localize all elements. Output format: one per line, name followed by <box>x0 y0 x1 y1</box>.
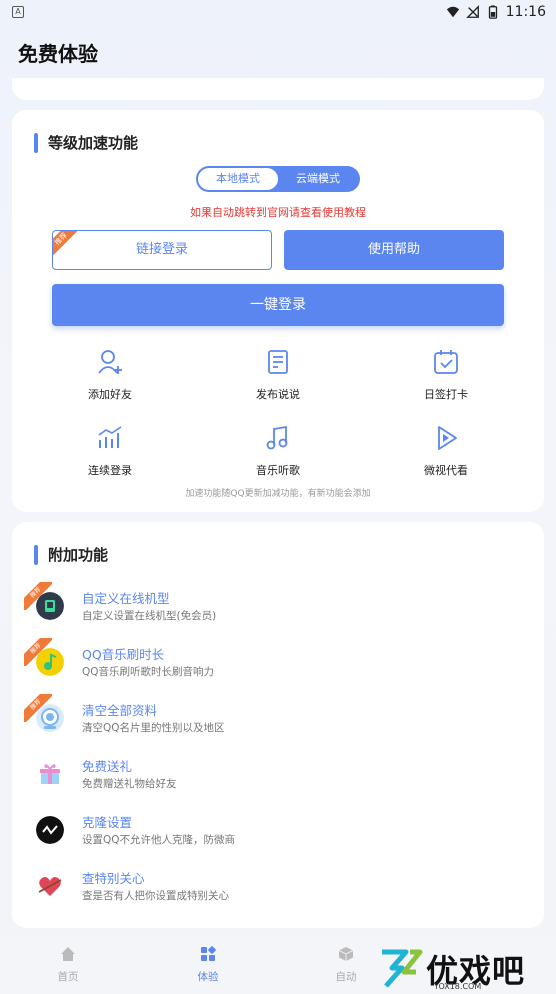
link-login-button[interactable]: 推荐 链接登录 <box>52 230 272 270</box>
list-item-title: QQ音乐刷时长 <box>82 647 165 662</box>
feature-continuous-login[interactable]: 连续登录 <box>50 424 170 478</box>
list-item-title: 自定义在线机型 <box>82 591 170 606</box>
extra-section-title-text: 附加功能 <box>48 546 109 564</box>
device-icon <box>36 592 64 620</box>
mode-toggle[interactable]: 本地模式 云端模式 <box>196 166 360 192</box>
grid-icon <box>201 946 216 961</box>
list-item-custom-device[interactable]: 推荐 自定义在线机型 自定义设置在线机型(免会员) <box>24 582 526 630</box>
tab-experience[interactable]: 体验 <box>178 946 238 984</box>
list-item-desc: QQ音乐刷听歌时长刷音响力 <box>82 666 215 678</box>
one-key-login-button[interactable]: 一键登录 <box>52 284 504 326</box>
feature-daily-checkin[interactable]: 日签打卡 <box>386 348 506 402</box>
qq-music-icon <box>36 648 64 676</box>
list-item-clear-profile[interactable]: 推荐 清空全部资料 清空QQ名片里的性别以及地区 <box>24 694 526 742</box>
tab-auto[interactable]: 自动 <box>316 946 376 984</box>
tab-label: 自动 <box>335 971 357 983</box>
list-item-title: 免费送礼 <box>82 759 133 774</box>
list-item-desc: 清空QQ名片里的性别以及地区 <box>82 722 225 734</box>
level-section-title-text: 等级加速功能 <box>48 134 139 152</box>
help-button[interactable]: 使用帮助 <box>284 230 504 270</box>
feature-add-friend[interactable]: 添加好友 <box>50 348 170 402</box>
extra-section-title: 附加功能 <box>34 544 108 565</box>
list-item-qq-music[interactable]: 推荐 QQ音乐刷时长 QQ音乐刷听歌时长刷音响力 <box>24 638 526 686</box>
list-item-desc: 自定义设置在线机型(免会员) <box>82 610 217 622</box>
watermark-url: YOX18.COM <box>434 982 482 991</box>
battery-icon <box>488 5 497 19</box>
section-accent-bar <box>34 132 38 153</box>
redirect-warning: 如果自动跳转到官网请查看使用教程 <box>190 206 366 219</box>
watermark-logo-icon <box>382 949 423 988</box>
feature-label: 连续登录 <box>88 464 132 477</box>
clear-profile-icon <box>36 704 64 732</box>
post-icon <box>268 350 288 374</box>
link-login-label: 链接登录 <box>135 242 188 257</box>
feature-weishi[interactable]: 微视代看 <box>386 424 506 478</box>
list-item-title: 清空全部资料 <box>82 703 158 718</box>
add-friend-icon <box>98 350 122 374</box>
tab-label: 首页 <box>57 971 79 983</box>
tab-home[interactable]: 首页 <box>38 946 98 984</box>
list-item-free-gift[interactable]: 免费送礼 免费赠送礼物给好友 <box>26 752 526 798</box>
feature-label: 发布说说 <box>256 388 300 401</box>
gift-icon <box>40 764 60 784</box>
no-signal-icon <box>465 5 479 18</box>
list-item-desc: 设置QQ不允许他人克隆，防微商 <box>82 834 236 846</box>
list-item-title: 克隆设置 <box>82 815 133 830</box>
music-icon <box>266 425 288 450</box>
feature-footnote: 加速功能随QQ更新加减功能，有新功能会添加 <box>185 489 371 499</box>
list-item-clone-setting[interactable]: 克隆设置 设置QQ不允许他人克隆，防微商 <box>26 808 526 854</box>
level-section-title: 等级加速功能 <box>34 132 138 153</box>
recommend-badge: 推荐 <box>53 231 81 259</box>
section-accent-bar <box>34 544 38 565</box>
calendar-check-icon <box>434 350 458 374</box>
tab-label: 体验 <box>197 971 219 983</box>
home-icon <box>61 947 75 961</box>
extra-section-card: 附加功能 推荐 自定义在线机型 自定义设置在线机型(免会员) 推荐 QQ音乐刷时… <box>12 522 544 928</box>
page-title: 免费体验 <box>18 42 98 66</box>
status-time: 11:16 <box>505 4 546 20</box>
mode-cloud[interactable]: 云端模式 <box>278 168 358 190</box>
watermark-logo: 优戏吧 YOX18.COM <box>372 944 552 992</box>
wifi-icon <box>446 6 459 18</box>
list-item-desc: 查是否有人把你设置成特别关心 <box>82 890 229 902</box>
feature-label: 添加好友 <box>88 388 132 401</box>
list-item-special-care[interactable]: 查特别关心 查是否有人把你设置成特别关心 <box>26 864 526 910</box>
clone-icon <box>36 816 64 844</box>
feature-label: 日签打卡 <box>424 388 468 401</box>
feature-label: 音乐听歌 <box>256 464 300 477</box>
list-item-title: 查特别关心 <box>82 871 145 886</box>
feature-label: 微视代看 <box>424 464 468 477</box>
feature-post[interactable]: 发布说说 <box>218 348 338 402</box>
cube-icon <box>338 947 354 961</box>
chart-icon <box>98 426 122 448</box>
notification-icon: A <box>12 6 24 18</box>
level-section-card: 等级加速功能 本地模式 云端模式 如果自动跳转到官网请查看使用教程 推荐 链接登… <box>12 110 544 512</box>
heart-icon <box>38 877 62 896</box>
feature-music[interactable]: 音乐听歌 <box>218 424 338 478</box>
list-item-desc: 免费赠送礼物给好友 <box>82 778 177 790</box>
top-card <box>12 78 544 100</box>
mode-local[interactable]: 本地模式 <box>198 168 278 190</box>
play-icon <box>438 426 457 450</box>
status-bar: A 11:16 <box>0 0 556 26</box>
